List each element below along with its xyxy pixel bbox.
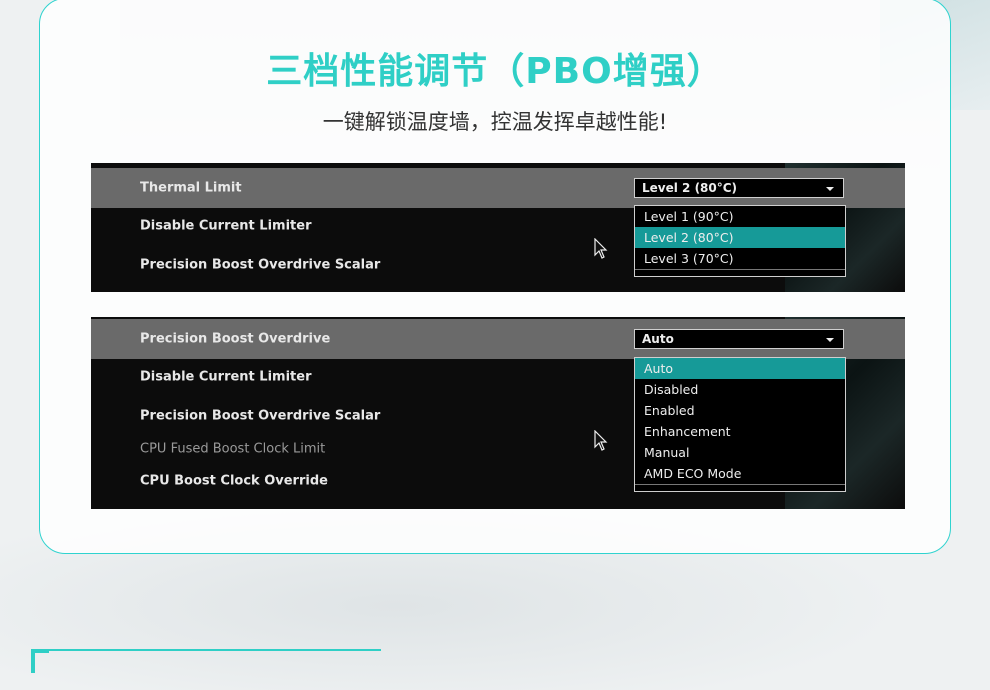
row-label: Precision Boost Overdrive Scalar <box>140 408 381 424</box>
corner-bracket-line <box>31 649 381 651</box>
row-label: Precision Boost Overdrive Scalar <box>140 257 381 273</box>
corner-bracket-cap <box>31 649 49 653</box>
dropdown-option-selected[interactable]: Auto <box>635 358 845 379</box>
dropdown-footer <box>635 484 845 491</box>
page-title: 三档性能调节（PBO增强） <box>266 51 724 92</box>
pbo-dropdown: Auto Disabled Enabled Enhancement Manual… <box>634 357 846 492</box>
dropdown-option[interactable]: Manual <box>635 442 845 463</box>
dropdown-option[interactable]: Enhancement <box>635 421 845 442</box>
row-label: CPU Fused Boost Clock Limit <box>140 441 326 457</box>
page-subtitle: 一键解锁温度墙，控温发挥卓越性能! <box>322 110 668 134</box>
select-value: Auto <box>642 332 674 346</box>
chevron-down-icon <box>826 187 834 191</box>
dropdown-option[interactable]: Level 3 (70°C) <box>635 248 845 269</box>
dropdown-option[interactable]: Disabled <box>635 379 845 400</box>
mouse-cursor-icon <box>594 238 608 259</box>
dropdown-option[interactable]: AMD ECO Mode <box>635 463 845 484</box>
row-label: Precision Boost Overdrive <box>140 331 331 347</box>
row-label: Disable Current Limiter <box>140 218 312 234</box>
chevron-down-icon <box>826 338 834 342</box>
thermal-limit-select[interactable]: Level 2 (80°C) <box>634 178 844 198</box>
dropdown-option[interactable]: Enabled <box>635 400 845 421</box>
row-label: CPU Boost Clock Override <box>140 473 328 489</box>
thermal-limit-dropdown: Level 1 (90°C) Level 2 (80°C) Level 3 (7… <box>634 205 846 277</box>
pbo-select[interactable]: Auto <box>634 329 844 349</box>
select-value: Level 2 (80°C) <box>642 181 738 195</box>
mouse-cursor-icon <box>594 430 608 451</box>
dropdown-footer <box>635 269 845 276</box>
dropdown-option-selected[interactable]: Level 2 (80°C) <box>635 227 845 248</box>
row-thermal-limit[interactable]: Thermal Limit Level 2 (80°C) <box>91 168 905 208</box>
row-label: Thermal Limit <box>140 180 242 196</box>
row-precision-boost-overdrive[interactable]: Precision Boost Overdrive Auto <box>91 319 905 359</box>
row-label: Disable Current Limiter <box>140 369 312 385</box>
dropdown-option[interactable]: Level 1 (90°C) <box>635 206 845 227</box>
